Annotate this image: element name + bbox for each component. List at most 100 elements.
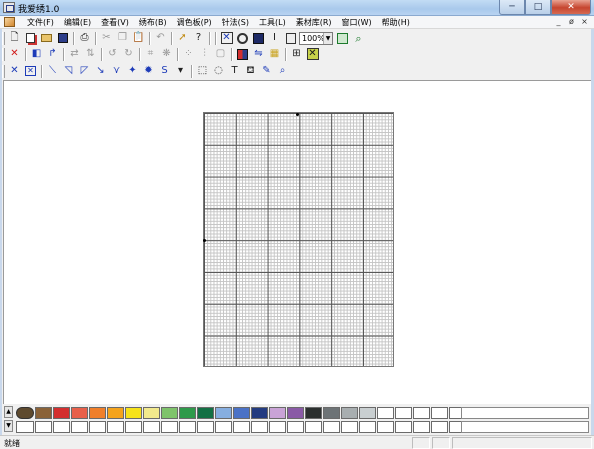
color-replace-icon[interactable]: ⇋ [251,47,266,62]
color-swatch[interactable] [35,407,52,419]
cut-icon[interactable]: ✂ [99,31,114,46]
empty-swatch[interactable] [215,421,232,433]
color-swatch[interactable] [395,407,412,419]
color-swatch[interactable] [215,407,232,419]
maximize-button[interactable]: □ [525,0,551,15]
fit-window-icon[interactable] [335,31,350,46]
empty-swatch[interactable] [431,421,448,433]
menu-palette[interactable]: 调色板(P) [172,17,217,28]
palette-scroll-down[interactable]: ▼ [4,420,13,432]
copy-icon[interactable]: ❐ [115,31,130,46]
diagonal-stitch-icon[interactable]: ⟍ [45,64,60,79]
menu-tools[interactable]: 工具(L) [254,17,291,28]
color-swatch[interactable] [89,407,106,419]
fill-bucket-icon[interactable]: ⛾ [243,64,258,79]
color-reduce-icon[interactable]: ▦ [267,47,282,62]
empty-swatch[interactable] [161,421,178,433]
menu-help[interactable]: 帮助(H) [377,17,415,28]
empty-swatch[interactable] [269,421,286,433]
color-swatch[interactable] [233,407,250,419]
menu-edit[interactable]: 编辑(E) [59,17,96,28]
canvas-workspace[interactable] [3,80,591,404]
color-swatch[interactable] [323,407,340,419]
empty-swatch[interactable] [89,421,106,433]
paste-icon[interactable]: 📋 [131,31,146,46]
empty-swatch[interactable] [179,421,196,433]
empty-swatch[interactable] [251,421,268,433]
eyedropper-icon[interactable]: ✎ [259,64,274,79]
menu-view[interactable]: 查看(V) [96,17,134,28]
menu-stitch[interactable]: 针法(S) [217,17,254,28]
undo-icon[interactable]: ↶ [153,31,168,46]
half-stitch-icon[interactable]: ✕ [23,64,38,79]
open-folder-icon[interactable] [39,31,54,46]
chevron-down-icon[interactable]: ▼ [323,32,332,44]
text-tool[interactable]: T [227,64,242,79]
color-swatch[interactable] [179,407,196,419]
empty-swatch[interactable] [125,421,142,433]
color-block-view-icon[interactable] [251,31,266,46]
quarter-stitch-icon[interactable]: ◹ [61,64,76,79]
empty-swatch[interactable] [53,421,70,433]
save-icon[interactable] [55,31,70,46]
color-swatch[interactable] [125,407,142,419]
mdi-minimize-button[interactable]: _ [553,17,564,27]
embroidery-grid[interactable] [203,112,394,367]
select-move-icon[interactable]: ◧ [29,47,44,62]
color-swatch[interactable] [143,407,160,419]
empty-swatch[interactable] [377,421,394,433]
empty-swatch[interactable] [341,421,358,433]
toolbar-grip[interactable] [2,64,5,78]
close-button[interactable]: ✕ [551,0,591,15]
palette-scroll-up[interactable]: ▲ [4,406,13,418]
text-cursor-icon[interactable]: I [267,31,282,46]
color-swatch[interactable] [287,407,304,419]
color-swatch[interactable] [269,407,286,419]
color-swatch[interactable] [107,407,124,419]
zoom-icon[interactable]: ⌕ [351,31,366,46]
grid-toggle-icon[interactable]: ⊞ [289,47,304,62]
rotate-right-icon[interactable]: ↻ [121,47,136,62]
document-icon[interactable] [4,17,15,27]
empty-swatch[interactable] [395,421,412,433]
bead-icon[interactable]: ✹ [141,64,156,79]
dots-grid-icon[interactable]: ⁘ [181,47,196,62]
help-icon[interactable]: ? [191,31,206,46]
border-tool-icon[interactable]: ⌗ [143,47,158,62]
minimize-button[interactable]: ─ [499,0,525,15]
empty-swatch[interactable] [323,421,340,433]
empty-swatch[interactable] [197,421,214,433]
mdi-close-button[interactable]: × [579,17,590,27]
color-swatch[interactable] [305,407,322,419]
color-palette-icon[interactable] [235,47,250,62]
lasso-select-icon[interactable]: ◌ [211,64,226,79]
scatter-tool-icon[interactable]: ❋ [159,47,174,62]
empty-swatch[interactable] [71,421,88,433]
zoom-select[interactable]: 100% ▼ [299,31,333,45]
new-file-icon[interactable]: 🗋 [7,31,22,46]
toolbar-grip[interactable] [2,31,5,45]
backstitch-icon[interactable]: ↘ [93,64,108,79]
french-knot-icon[interactable]: ✦ [125,64,140,79]
empty-swatch[interactable] [16,421,34,433]
color-swatch[interactable] [161,407,178,419]
three-quarter-stitch-icon[interactable]: ◸ [77,64,92,79]
color-swatch[interactable] [359,407,376,419]
empty-swatch[interactable] [359,421,376,433]
menu-window[interactable]: 窗口(W) [337,17,377,28]
menu-cloth[interactable]: 绣布(B) [134,17,172,28]
magnifier-icon[interactable]: ⌕ [275,64,290,79]
color-swatch[interactable] [377,407,394,419]
color-swatch[interactable] [341,407,358,419]
menu-file[interactable]: 文件(F) [22,17,59,28]
new-from-image-icon[interactable] [23,31,38,46]
delete-icon[interactable]: ✕ [7,47,22,62]
empty-swatch[interactable] [143,421,160,433]
stitch-cross-toggle-icon[interactable]: ✕ [305,47,320,62]
mirror-horizontal-icon[interactable]: ⇄ [67,47,82,62]
color-swatch[interactable] [251,407,268,419]
full-stitch-icon[interactable]: ✕ [7,64,22,79]
color-swatch[interactable] [53,407,70,419]
color-swatch[interactable] [413,407,430,419]
rotate-left-icon[interactable]: ↺ [105,47,120,62]
